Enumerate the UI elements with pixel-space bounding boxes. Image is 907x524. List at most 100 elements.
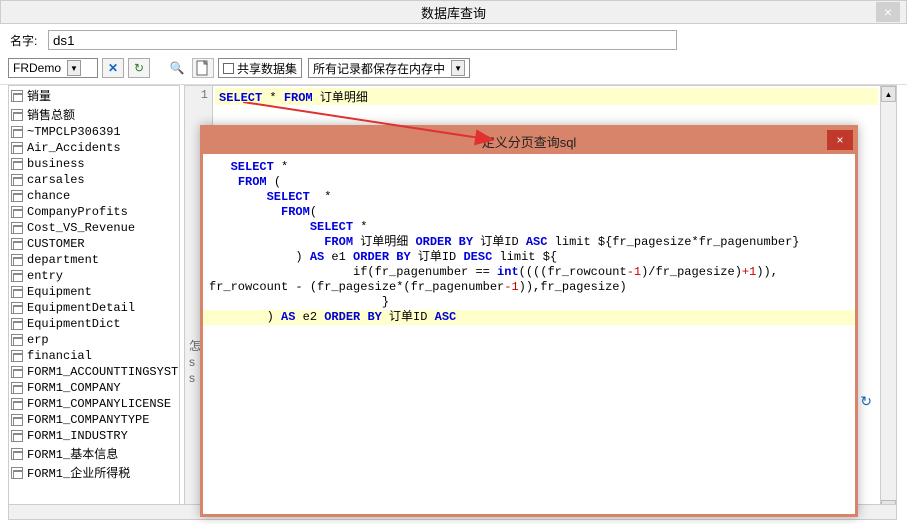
tree-item[interactable]: department xyxy=(9,252,179,268)
tree-item-label: FORM1_基本信息 xyxy=(27,445,118,462)
tree-item-label: department xyxy=(27,253,99,267)
tree-item-label: chance xyxy=(27,189,70,203)
table-icon xyxy=(11,174,23,186)
tree-item[interactable]: CompanyProfits xyxy=(9,204,179,220)
tree-item[interactable]: business xyxy=(9,156,179,172)
tree-item[interactable]: erp xyxy=(9,332,179,348)
popup-titlebar: 定义分页查询sql × xyxy=(203,128,855,154)
table-icon xyxy=(11,302,23,314)
window-title: 数据库查询 xyxy=(421,3,486,22)
table-icon xyxy=(11,190,23,202)
popup-close-button[interactable]: × xyxy=(827,130,853,150)
table-icon xyxy=(11,158,23,170)
sql-line: ) AS e2 ORDER BY 订单ID ASC xyxy=(203,310,855,325)
tree-item[interactable]: CUSTOMER xyxy=(9,236,179,252)
tree-item-label: FORM1_COMPANYTYPE xyxy=(27,413,149,427)
checkbox-icon xyxy=(223,63,234,74)
tree-item[interactable]: FORM1_基本信息 xyxy=(9,444,179,463)
tree-item[interactable]: Air_Accidents xyxy=(9,140,179,156)
popup-sql-body[interactable]: SELECT * FROM ( SELECT * FROM( SELECT * … xyxy=(203,154,855,331)
tree-item[interactable]: FORM1_COMPANYTYPE xyxy=(9,412,179,428)
tree-item-label: CompanyProfits xyxy=(27,205,128,219)
sql-line: FROM( xyxy=(209,205,849,220)
tree-item[interactable]: FORM1_INDUSTRY xyxy=(9,428,179,444)
db-select-value: FRDemo xyxy=(13,61,61,75)
tree-item-label: financial xyxy=(27,349,92,363)
popup-title: 定义分页查询sql xyxy=(482,132,577,151)
tree-item-label: ~TMPCLP306391 xyxy=(27,125,121,139)
table-icon xyxy=(11,398,23,410)
sql-line: SELECT * xyxy=(209,160,849,175)
storage-select[interactable]: 所有记录都保存在内存中 ▼ xyxy=(308,58,470,78)
sql-line: fr_rowcount - (fr_pagesize*(fr_pagenumbe… xyxy=(209,280,849,295)
settings-button[interactable]: ✕ xyxy=(102,58,124,78)
tree-item[interactable]: FORM1_企业所得税 xyxy=(9,463,179,482)
sql-line: SELECT * xyxy=(209,220,849,235)
page-icon xyxy=(196,60,210,76)
table-icon xyxy=(11,430,23,442)
tree-item[interactable]: entry xyxy=(9,268,179,284)
toolbar: FRDemo ▼ ✕ ↻ 🔍 共享数据集 所有记录都保存在内存中 ▼ xyxy=(0,56,907,84)
scroll-up-icon[interactable]: ▲ xyxy=(881,86,896,102)
tree-item-label: 销量 xyxy=(27,87,51,104)
sql-line: FROM ( xyxy=(209,175,849,190)
pagination-sql-popup: 定义分页查询sql × SELECT * FROM ( SELECT * FRO… xyxy=(200,125,858,517)
reload-button[interactable]: ↻ xyxy=(860,393,872,410)
table-icon xyxy=(11,286,23,298)
tree-item[interactable]: ~TMPCLP306391 xyxy=(9,124,179,140)
tree-item[interactable]: 销售总额 xyxy=(9,105,179,124)
tree-item[interactable]: FORM1_ACCOUNTTINGSYST xyxy=(9,364,179,380)
tree-item-label: FORM1_COMPANY xyxy=(27,381,121,395)
sql-line: FROM 订单明细 ORDER BY 订单ID ASC limit ${fr_p… xyxy=(209,235,849,250)
db-select[interactable]: FRDemo ▼ xyxy=(8,58,98,78)
window-titlebar: 数据库查询 × xyxy=(0,0,907,24)
tree-item[interactable]: Cost_VS_Revenue xyxy=(9,220,179,236)
tree-item-label: FORM1_INDUSTRY xyxy=(27,429,128,443)
table-icon xyxy=(11,238,23,250)
tree-item[interactable]: Equipment xyxy=(9,284,179,300)
tree-item[interactable]: FORM1_COMPANY xyxy=(9,380,179,396)
share-checkbox[interactable]: 共享数据集 xyxy=(218,58,302,78)
tree-item[interactable]: EquipmentDetail xyxy=(9,300,179,316)
editor-vscroll[interactable]: ▲▼ xyxy=(880,86,896,516)
storage-select-value: 所有记录都保存在内存中 xyxy=(313,60,445,77)
tree-item-label: EquipmentDetail xyxy=(27,301,135,315)
table-tree[interactable]: 销量销售总额 ~TMPCLP306391Air_Accidentsbusiness… xyxy=(8,85,180,517)
tree-item-label: FORM1_ACCOUNTTINGSYST xyxy=(27,365,178,379)
refresh-icon: ↻ xyxy=(134,61,144,75)
chevron-down-icon: ▼ xyxy=(67,60,81,76)
preview-button[interactable]: 🔍 xyxy=(166,58,188,78)
tree-item-label: 销售总额 xyxy=(27,106,75,123)
page-button[interactable] xyxy=(192,58,214,78)
tree-item[interactable]: 销量 xyxy=(9,86,179,105)
table-icon xyxy=(11,90,23,102)
table-icon xyxy=(11,318,23,330)
table-icon xyxy=(11,414,23,426)
tree-item-label: FORM1_企业所得税 xyxy=(27,464,130,481)
tree-item-label: EquipmentDict xyxy=(27,317,121,331)
tree-item[interactable]: FORM1_COMPANYLICENSE xyxy=(9,396,179,412)
tree-item-label: CUSTOMER xyxy=(27,237,85,251)
tree-item[interactable]: financial xyxy=(9,348,179,364)
close-icon: × xyxy=(836,133,843,147)
table-icon xyxy=(11,254,23,266)
table-icon xyxy=(11,467,23,479)
tree-item[interactable]: EquipmentDict xyxy=(9,316,179,332)
tree-item[interactable]: chance xyxy=(9,188,179,204)
tree-item-label: FORM1_COMPANYLICENSE xyxy=(27,397,171,411)
name-input[interactable] xyxy=(48,30,677,50)
window-close-button[interactable]: × xyxy=(876,2,900,22)
name-label: 名字: xyxy=(10,32,44,49)
table-icon xyxy=(11,206,23,218)
table-icon xyxy=(11,270,23,282)
table-icon xyxy=(11,382,23,394)
tree-item-label: business xyxy=(27,157,85,171)
table-icon xyxy=(11,334,23,346)
tree-item-label: entry xyxy=(27,269,63,283)
refresh-button[interactable]: ↻ xyxy=(128,58,150,78)
tree-item[interactable]: carsales xyxy=(9,172,179,188)
table-icon xyxy=(11,126,23,138)
editor-line-1: SELECT * FROM 订单明细 xyxy=(215,88,878,105)
table-icon xyxy=(11,142,23,154)
sql-line: SELECT * xyxy=(209,190,849,205)
